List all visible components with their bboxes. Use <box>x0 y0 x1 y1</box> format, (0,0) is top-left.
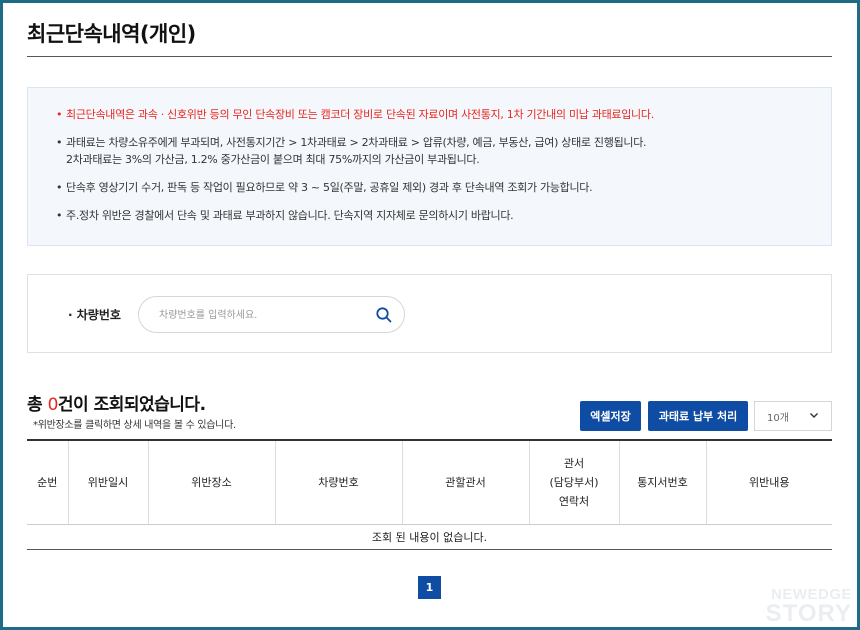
header-label: 위반내용 <box>749 475 790 489</box>
page-title: 최근단속내역(개인) <box>27 22 196 46</box>
empty-message: 조회 된 내용이 없습니다. <box>27 524 832 550</box>
result-prefix: 총 <box>27 395 48 415</box>
col-datetime: 위반일시 <box>68 439 149 525</box>
col-location: 위반장소 <box>148 439 276 525</box>
col-content: 위반내용 <box>706 439 832 525</box>
header-label: 관할관서 <box>445 475 486 489</box>
excel-save-button[interactable]: 엑셀저장 <box>580 401 641 431</box>
col-seq: 순번 <box>27 439 69 525</box>
page-size-select[interactable]: 10개 <box>754 401 832 431</box>
title-divider <box>27 56 832 57</box>
table-header-row: 순번 위반일시 위반장소 차량번호 관할관서 관서 (담당부서) 연락처 통지서… <box>27 439 832 525</box>
notice-text: 단속후 영상기기 수거, 판독 등 작업이 필요하므로 약 3 ~ 5일(주말,… <box>66 181 593 194</box>
header-label: 위반장소 <box>191 475 232 489</box>
notice-text: 최근단속내역은 과속 · 신호위반 등의 무인 단속장비 또는 캠코더 장비로 … <box>66 108 654 121</box>
bullet: • <box>56 108 63 121</box>
result-hint: *위반장소를 클릭하면 상세 내역을 볼 수 있습니다. <box>33 420 236 431</box>
col-vehicle: 차량번호 <box>275 439 403 525</box>
header-label: 순번 <box>37 475 58 489</box>
bullet: • <box>56 136 63 149</box>
notice-text: 주.정차 위반은 경찰에서 단속 및 과태료 부과하지 않습니다. 단속지역 지… <box>66 209 514 222</box>
header-label: 관서 <box>563 456 585 470</box>
header-label: 위반일시 <box>87 475 129 489</box>
search-icon[interactable] <box>375 306 393 324</box>
header-label: 연락처 <box>558 494 590 508</box>
watermark-line2: STORY <box>765 600 852 627</box>
page-button-1[interactable]: 1 <box>418 576 441 599</box>
notice-item-4: • 주.정차 위반은 경찰에서 단속 및 과태료 부과하지 않습니다. 단속지역… <box>56 207 831 224</box>
chevron-down-icon <box>809 410 819 420</box>
vehicle-number-field[interactable] <box>138 296 405 333</box>
result-suffix: 건이 조회되었습니다. <box>57 395 206 415</box>
col-contact: 관서 (담당부서) 연락처 <box>529 439 620 525</box>
notice-box: • 최근단속내역은 과속 · 신호위반 등의 무인 단속장비 또는 캠코더 장비… <box>27 87 832 246</box>
result-number: 0 <box>47 395 59 415</box>
vehicle-number-input[interactable] <box>159 306 359 324</box>
page-size-value: 10개 <box>767 412 789 424</box>
col-notice-no: 통지서번호 <box>619 439 707 525</box>
header-label: 통지서번호 <box>637 475 688 489</box>
search-panel: · 차량번호 <box>27 274 832 353</box>
header-label: (담당부서) <box>549 475 599 489</box>
result-count: 총 0건이 조회되었습니다. <box>27 390 206 415</box>
watermark-logo: NEWEDGE STORY <box>766 587 852 626</box>
notice-item-3: • 단속후 영상기기 수거, 판독 등 작업이 필요하므로 약 3 ~ 5일(주… <box>56 179 831 196</box>
table-row: 조회 된 내용이 없습니다. <box>27 524 832 550</box>
bullet: • <box>56 181 63 194</box>
bullet: • <box>56 209 63 222</box>
col-office: 관할관서 <box>402 439 530 525</box>
fine-payment-button[interactable]: 과태료 납부 처리 <box>648 401 748 431</box>
vehicle-number-label: · 차량번호 <box>68 308 121 322</box>
notice-item-1: • 최근단속내역은 과속 · 신호위반 등의 무인 단속장비 또는 캠코더 장비… <box>56 106 831 123</box>
header-label: 차량번호 <box>318 475 359 489</box>
notice-item-2: • 과태료는 차량소유주에게 부과되며, 사전통지기간 > 1차과태료 > 2차… <box>56 134 831 168</box>
violation-table: 순번 위반일시 위반장소 차량번호 관할관서 관서 (담당부서) 연락처 통지서… <box>27 439 832 550</box>
notice-text: 2차과태료는 3%의 가산금, 1.2% 중가산금이 붙으며 최대 75%까지의… <box>66 153 480 166</box>
notice-text: 과태료는 차량소유주에게 부과되며, 사전통지기간 > 1차과태료 > 2차과태… <box>66 136 647 149</box>
